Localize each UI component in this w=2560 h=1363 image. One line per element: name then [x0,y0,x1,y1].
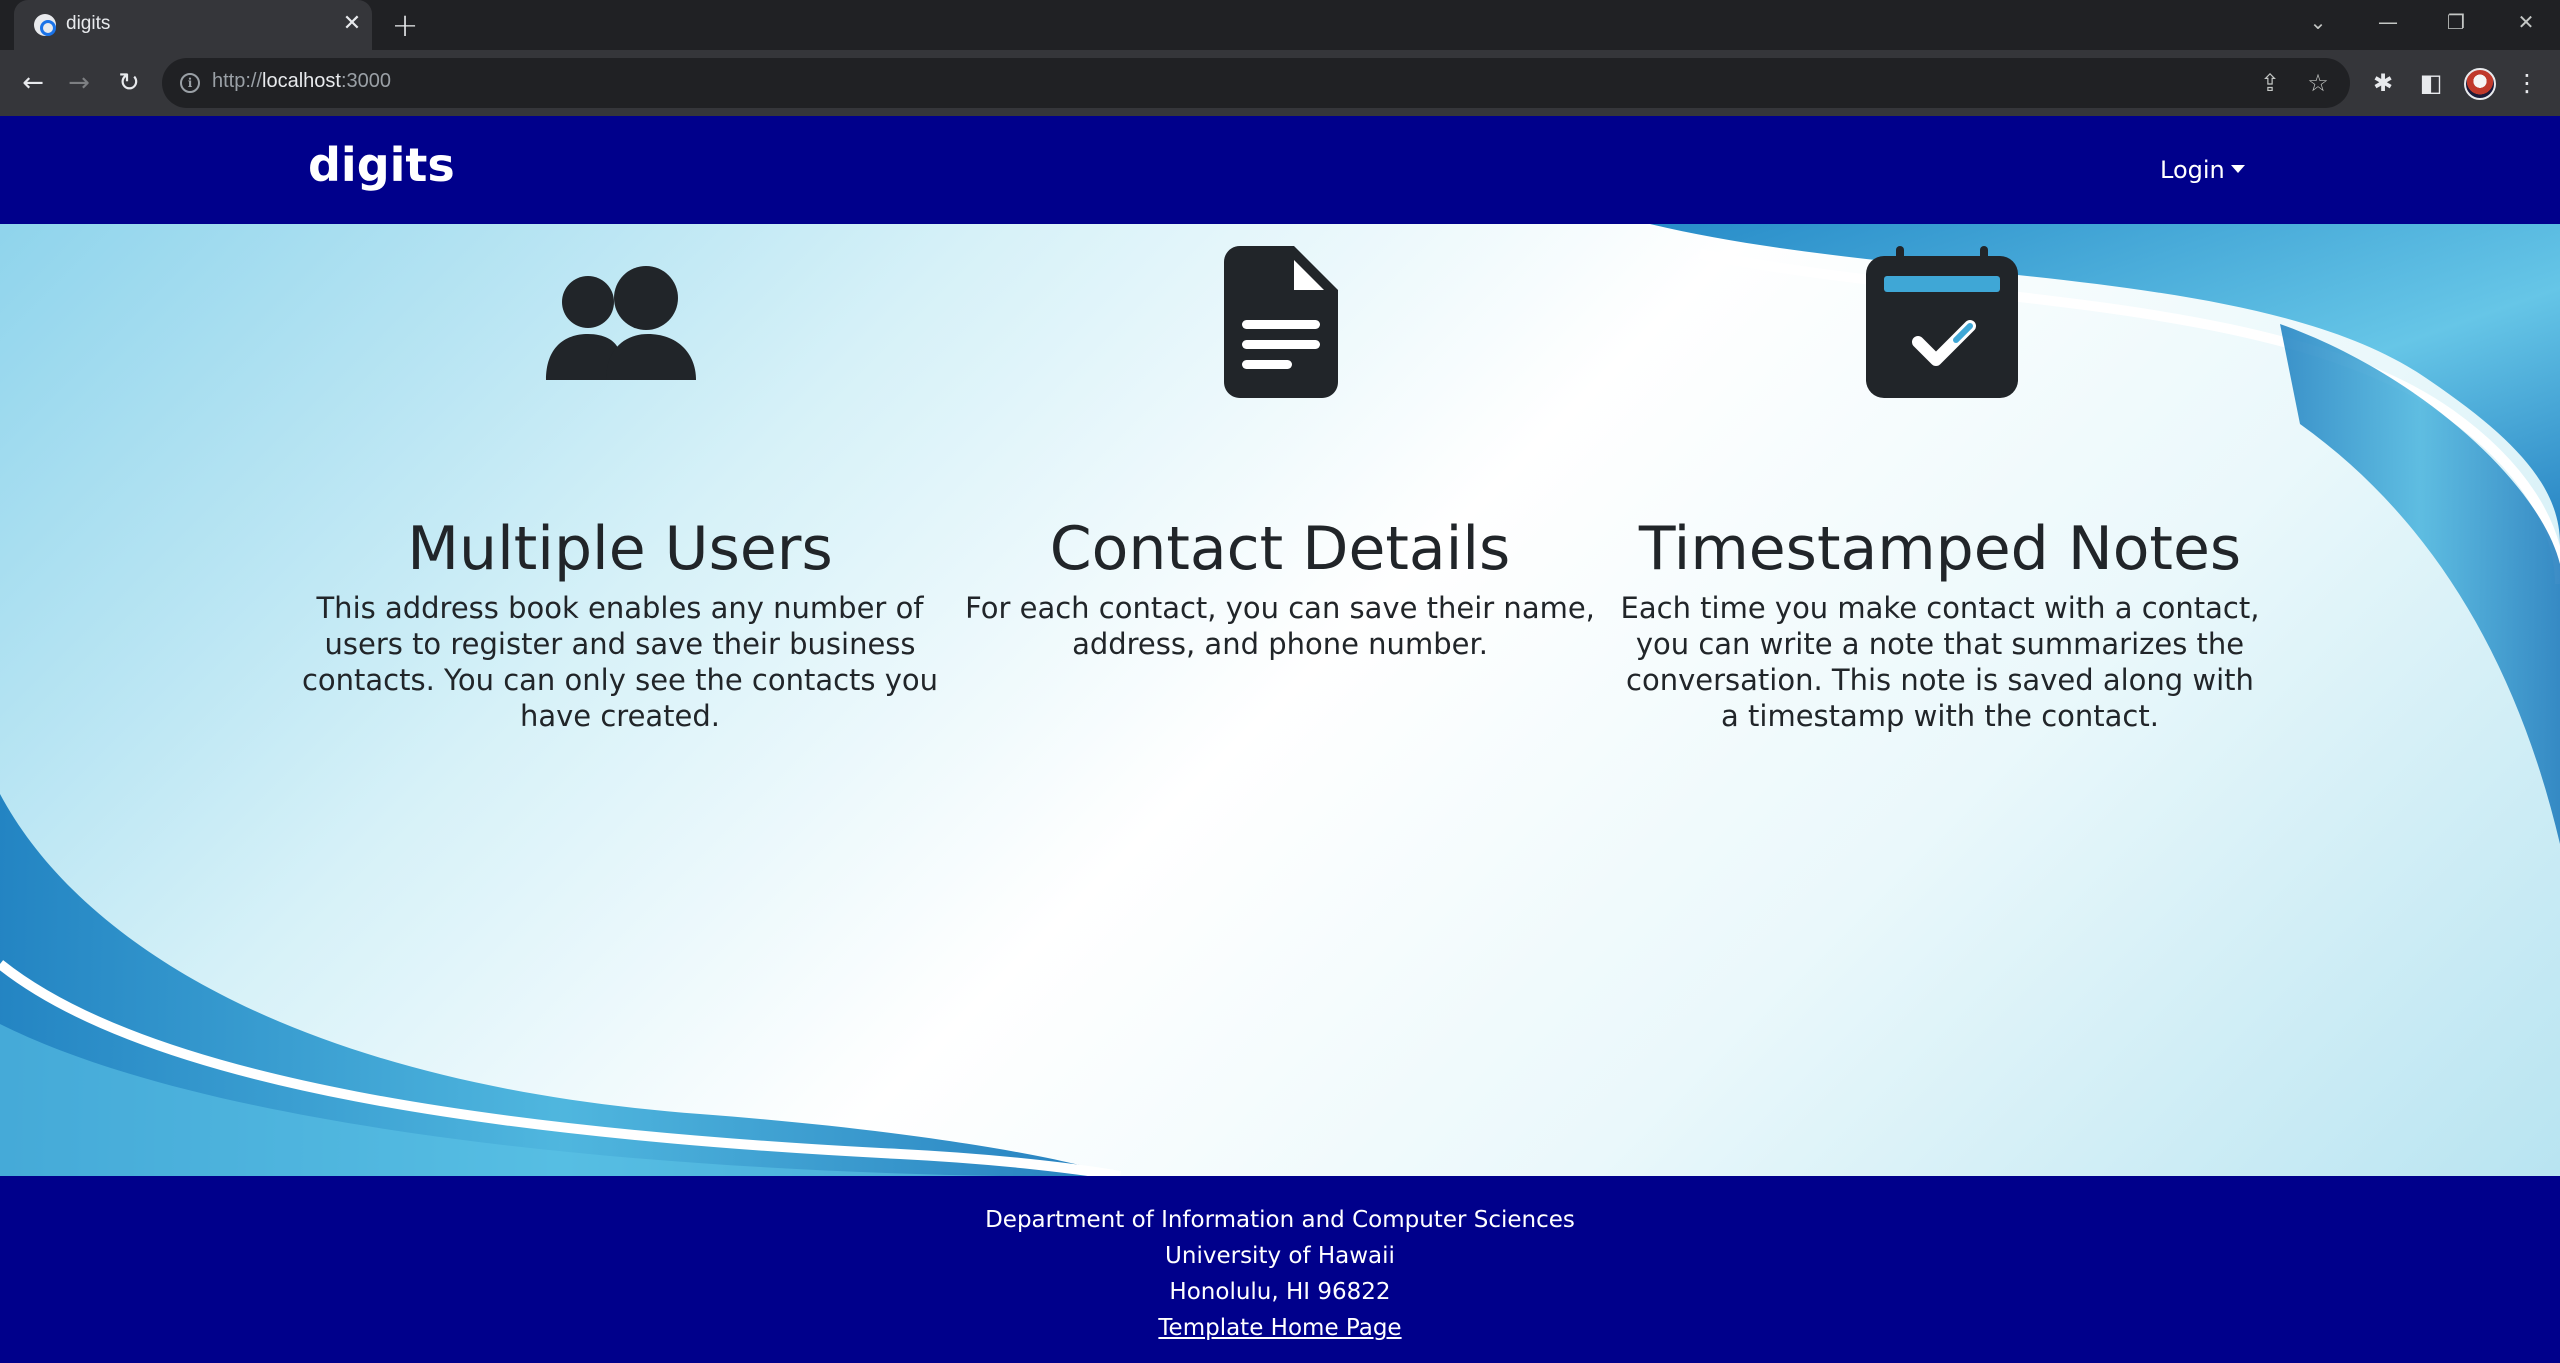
caret-down-icon [2230,165,2245,173]
new-tab-icon[interactable]: + [388,8,422,42]
close-tab-icon[interactable]: ✕ [338,10,366,38]
menu-kebab-icon[interactable]: ⋮ [2510,66,2544,100]
feature-description: For each contact, you can save their nam… [965,591,1595,661]
minimize-icon[interactable]: — [2368,6,2408,38]
close-window-icon[interactable]: ✕ [2506,6,2546,38]
share-icon[interactable]: ⇪ [2254,67,2286,99]
browser-tab[interactable]: digits ✕ [14,0,372,50]
feature-title: Contact Details [1049,514,1511,584]
url-text[interactable]: http://localhost:3000 [212,70,391,93]
favicon-icon [34,14,56,36]
template-home-link[interactable]: Template Home Page [1158,1315,1401,1341]
feature-title: Multiple Users [407,514,833,584]
footer-address: Honolulu, HI 96822 [1169,1279,1391,1305]
side-panel-icon[interactable]: ◧ [2414,66,2448,100]
footer-university: University of Hawaii [1165,1243,1395,1269]
extensions-icon[interactable]: ✱ [2366,66,2400,100]
browser-toolbar: ← → ↻ i http://localhost:3000 ⇪ ☆ ✱ ◧ ⋮ [0,50,2560,116]
calendar-check-icon [1866,246,2018,398]
url-port: :3000 [340,70,392,92]
browser-tabstrip: digits ✕ + ⌄ — ❐ ✕ [0,0,2560,50]
site-info-icon[interactable]: i [180,73,200,93]
brand-logo[interactable]: digits [308,138,455,192]
feature-title: Timestamped Notes [1638,514,2242,584]
address-bar[interactable]: i http://localhost:3000 ⇪ ☆ [162,58,2350,108]
url-scheme: http:// [212,70,263,92]
tab-search-icon[interactable]: ⌄ [2298,6,2338,38]
feature-description: This address book enables any number of … [301,591,939,733]
login-dropdown[interactable]: Login [2160,156,2245,184]
landing-hero: Multiple Users This address book enables… [0,224,2560,1176]
profile-avatar[interactable] [2464,68,2496,100]
restore-icon[interactable]: ❐ [2436,6,2476,38]
back-icon[interactable]: ← [16,66,50,100]
tab-title: digits [66,13,111,34]
url-host: localhost [262,70,341,92]
feature-description: Each time you make contact with a contac… [1620,591,2260,733]
file-text-icon [1224,246,1338,398]
bookmark-star-icon[interactable]: ☆ [2302,67,2334,99]
login-label: Login [2160,156,2225,184]
footer-department: Department of Information and Computer S… [985,1207,1575,1233]
forward-icon[interactable]: → [62,66,96,100]
site-navbar: digits Login [0,116,2560,224]
web-page: digits Login Multiple Users This address… [0,116,2560,1363]
site-footer: Department of Information and Computer S… [0,1176,2560,1363]
reload-icon[interactable]: ↻ [112,66,146,100]
users-icon [546,266,696,380]
